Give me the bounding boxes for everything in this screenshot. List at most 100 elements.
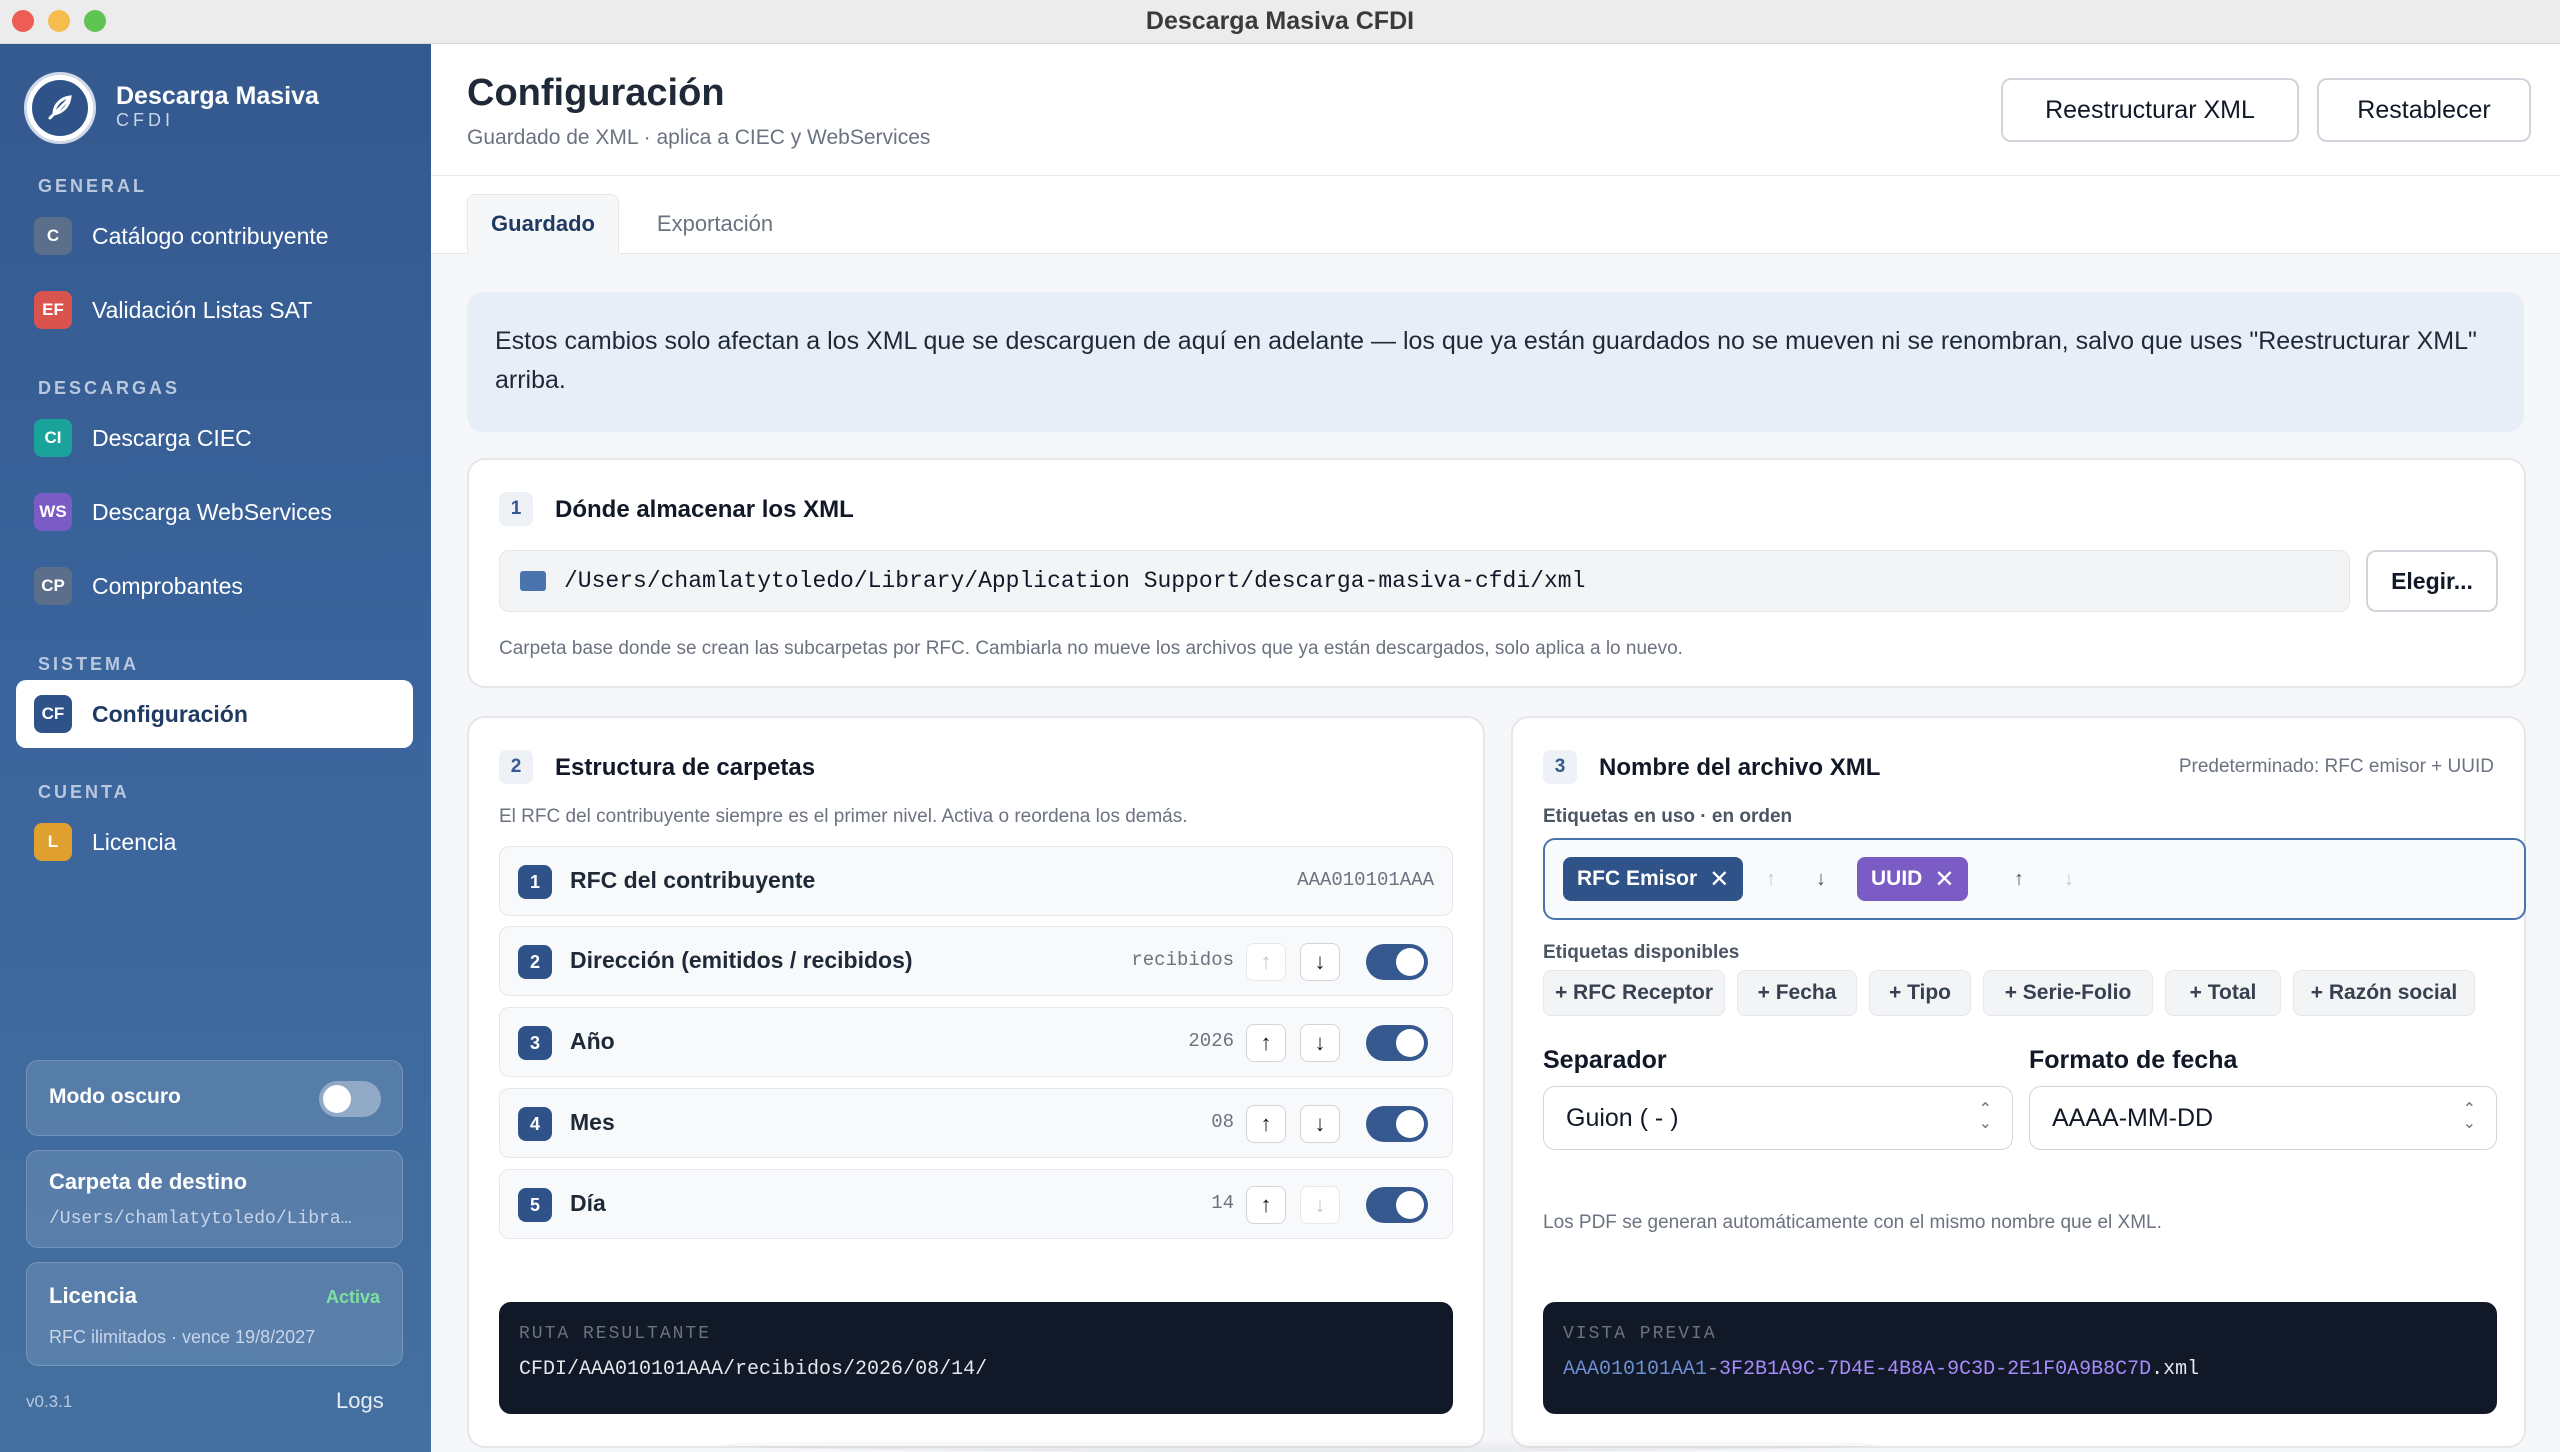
add-razon-social[interactable]: + Razón social	[2293, 970, 2475, 1016]
page-subtitle: Guardado de XML · aplica a CIEC y WebSer…	[467, 126, 931, 149]
separator-label: Separador	[1543, 1046, 1667, 1074]
sidebar-item-configuracion[interactable]: CF Configuración	[16, 680, 413, 748]
dia-toggle[interactable]	[1366, 1187, 1428, 1223]
restructure-xml-button[interactable]: Reestructurar XML	[2001, 78, 2299, 142]
arrow-down-icon[interactable]: ↓	[1300, 943, 1340, 981]
brand-name: Descarga Masiva	[116, 82, 319, 110]
preview-uuid: 3F2B1A9C-7D4E-4B8A-9C3D-2E1F0A9B8C7D	[1719, 1358, 2152, 1381]
chip-uuid[interactable]: UUID ✕	[1857, 857, 1969, 901]
arrow-up-icon: ↑	[1246, 943, 1286, 981]
add-serie-folio[interactable]: + Serie-Folio	[1983, 970, 2153, 1016]
row-label: RFC del contribuyente	[570, 867, 816, 893]
sidebar-item-label: Descarga CIEC	[92, 424, 252, 451]
close-window-button[interactable]	[12, 10, 34, 32]
date-format-select[interactable]: AAAA-MM-DD ⌃ ⌄	[2029, 1086, 2497, 1150]
window-title: Descarga Masiva CFDI	[1145, 7, 1415, 35]
storage-path: /Users/chamlatytoledo/Library/Applicatio…	[564, 568, 1586, 594]
folder-row-direccion[interactable]: 2 Dirección (emitidos / recibidos) recib…	[499, 926, 1453, 996]
sidebar-item-catalogo[interactable]: C Catálogo contribuyente	[16, 202, 413, 270]
filename-default: Predeterminado: RFC emisor + UUID	[2178, 756, 2494, 777]
preview-filename: AAA010101AA1-3F2B1A9C-7D4E-4B8A-9C3D-2E1…	[1563, 1358, 2477, 1381]
tab-guardado[interactable]: Guardado	[467, 194, 619, 254]
logs-link[interactable]: Logs	[336, 1388, 384, 1414]
arrow-up-icon[interactable]: ↑	[2001, 860, 2037, 898]
sidebar-item-label: Comprobantes	[92, 572, 243, 599]
section-cuenta: CUENTA	[38, 782, 130, 802]
title-bar: Descarga Masiva CFDI	[0, 0, 2560, 44]
sidebar-item-ciec[interactable]: CI Descarga CIEC	[16, 404, 413, 472]
row-value: 14	[1211, 1192, 1234, 1214]
destination-card[interactable]: Carpeta de destino /Users/chamlatytoledo…	[26, 1150, 403, 1248]
arrow-up-icon: ↑	[1766, 867, 1776, 890]
result-path: CFDI/AAA010101AAA/recibidos/2026/08/14/	[519, 1358, 988, 1381]
tags-in-use[interactable]: RFC Emisor ✕ ↑ ↓ UUID ✕ ↑ ↓	[1543, 838, 2526, 920]
sidebar-item-label: Licencia	[92, 828, 177, 855]
sidebar-item-comprobantes[interactable]: CP Comprobantes	[16, 552, 413, 620]
app-logo	[24, 72, 96, 144]
row-number: 5	[518, 1188, 552, 1222]
choose-folder-button[interactable]: Elegir...	[2366, 550, 2498, 612]
filename-panel: 3 Nombre del archivo XML Predeterminado:…	[1511, 716, 2526, 1448]
mes-toggle[interactable]	[1366, 1106, 1428, 1142]
chip-rfc-emisor[interactable]: RFC Emisor ✕	[1563, 857, 1744, 901]
arrow-up-icon[interactable]: ↑	[1246, 1105, 1286, 1143]
folder-icon	[520, 571, 546, 591]
row-label: Dirección (emitidos / recibidos)	[570, 947, 913, 973]
separator-select[interactable]: Guion ( - ) ⌃ ⌄	[1543, 1086, 2013, 1150]
arrow-up-icon[interactable]: ↑	[1246, 1024, 1286, 1062]
folder-row-anio[interactable]: 3 Año 2026 ↑ ↓	[499, 1007, 1453, 1077]
row-value: 08	[1211, 1111, 1234, 1133]
folders-panel: 2 Estructura de carpetas El RFC del cont…	[467, 716, 1485, 1448]
anio-toggle[interactable]	[1366, 1025, 1428, 1061]
badge-webservices: WS	[34, 493, 72, 531]
arrow-down-icon[interactable]: ↓	[1300, 1024, 1340, 1062]
page-title: Configuración	[467, 72, 725, 114]
folders-help: El RFC del contribuyente siempre es el p…	[499, 806, 1188, 827]
tab-exportacion[interactable]: Exportación	[631, 194, 799, 254]
reset-button[interactable]: Restablecer	[2317, 78, 2531, 142]
arrow-down-icon[interactable]: ↓	[1300, 1105, 1340, 1143]
tab-bar: Guardado Exportación	[431, 176, 2560, 254]
x-icon[interactable]: ✕	[1934, 865, 1954, 894]
result-path-box: RUTA RESULTANTE CFDI/AAA010101AAA/recibi…	[499, 1302, 1453, 1414]
row-number: 4	[518, 1107, 552, 1141]
dark-mode-label: Modo oscuro	[49, 1085, 181, 1108]
storage-title: Dónde almacenar los XML	[555, 496, 854, 523]
row-value: recibidos	[1131, 949, 1234, 971]
folder-row-mes[interactable]: 4 Mes 08 ↑ ↓	[499, 1088, 1453, 1158]
storage-step: 1	[499, 492, 533, 526]
sidebar-item-label: Validación Listas SAT	[92, 296, 313, 323]
arrow-down-icon[interactable]: ↓	[1803, 860, 1839, 898]
row-number: 1	[518, 865, 552, 899]
license-status: Activa	[325, 1287, 380, 1307]
folders-step: 2	[499, 750, 533, 784]
row-label: Mes	[570, 1109, 615, 1135]
sidebar-item-licencia[interactable]: L Licencia	[16, 808, 413, 876]
destination-title: Carpeta de destino	[49, 1169, 248, 1194]
add-rfc-receptor[interactable]: + RFC Receptor	[1543, 970, 1725, 1016]
storage-panel: 1 Dónde almacenar los XML /Users/chamlat…	[467, 458, 2526, 688]
info-notice: Estos cambios solo afectan a los XML que…	[467, 292, 2524, 432]
row-label: Día	[570, 1190, 606, 1216]
preview-ext: .xml	[2151, 1358, 2200, 1381]
folder-row-dia[interactable]: 5 Día 14 ↑ ↓	[499, 1169, 1453, 1239]
sidebar-item-validacion[interactable]: EF Validación Listas SAT	[16, 276, 413, 344]
add-total[interactable]: + Total	[2165, 970, 2281, 1016]
badge-ciec: CI	[34, 419, 72, 457]
x-icon[interactable]: ✕	[1709, 865, 1729, 894]
direccion-toggle[interactable]	[1366, 944, 1428, 980]
sidebar-item-label: Catálogo contribuyente	[92, 222, 329, 249]
arrow-up-icon[interactable]: ↑	[1246, 1186, 1286, 1224]
preview-rfc: AAA010101AA1	[1563, 1358, 1708, 1381]
filename-step: 3	[1543, 750, 1577, 784]
storage-path-field[interactable]: /Users/chamlatytoledo/Library/Applicatio…	[499, 550, 2350, 612]
add-fecha[interactable]: + Fecha	[1737, 970, 1857, 1016]
license-card[interactable]: Licencia Activa RFC ilimitados · vence 1…	[26, 1262, 403, 1366]
add-tipo[interactable]: + Tipo	[1869, 970, 1971, 1016]
sidebar-item-webservices[interactable]: WS Descarga WebServices	[16, 478, 413, 546]
zoom-window-button[interactable]	[84, 10, 106, 32]
dark-mode-toggle[interactable]	[319, 1081, 381, 1117]
minimize-window-button[interactable]	[48, 10, 70, 32]
arrow-down-icon: ↓	[1300, 1186, 1340, 1224]
destination-path: /Users/chamlatytoledo/Libra…	[49, 1209, 352, 1229]
